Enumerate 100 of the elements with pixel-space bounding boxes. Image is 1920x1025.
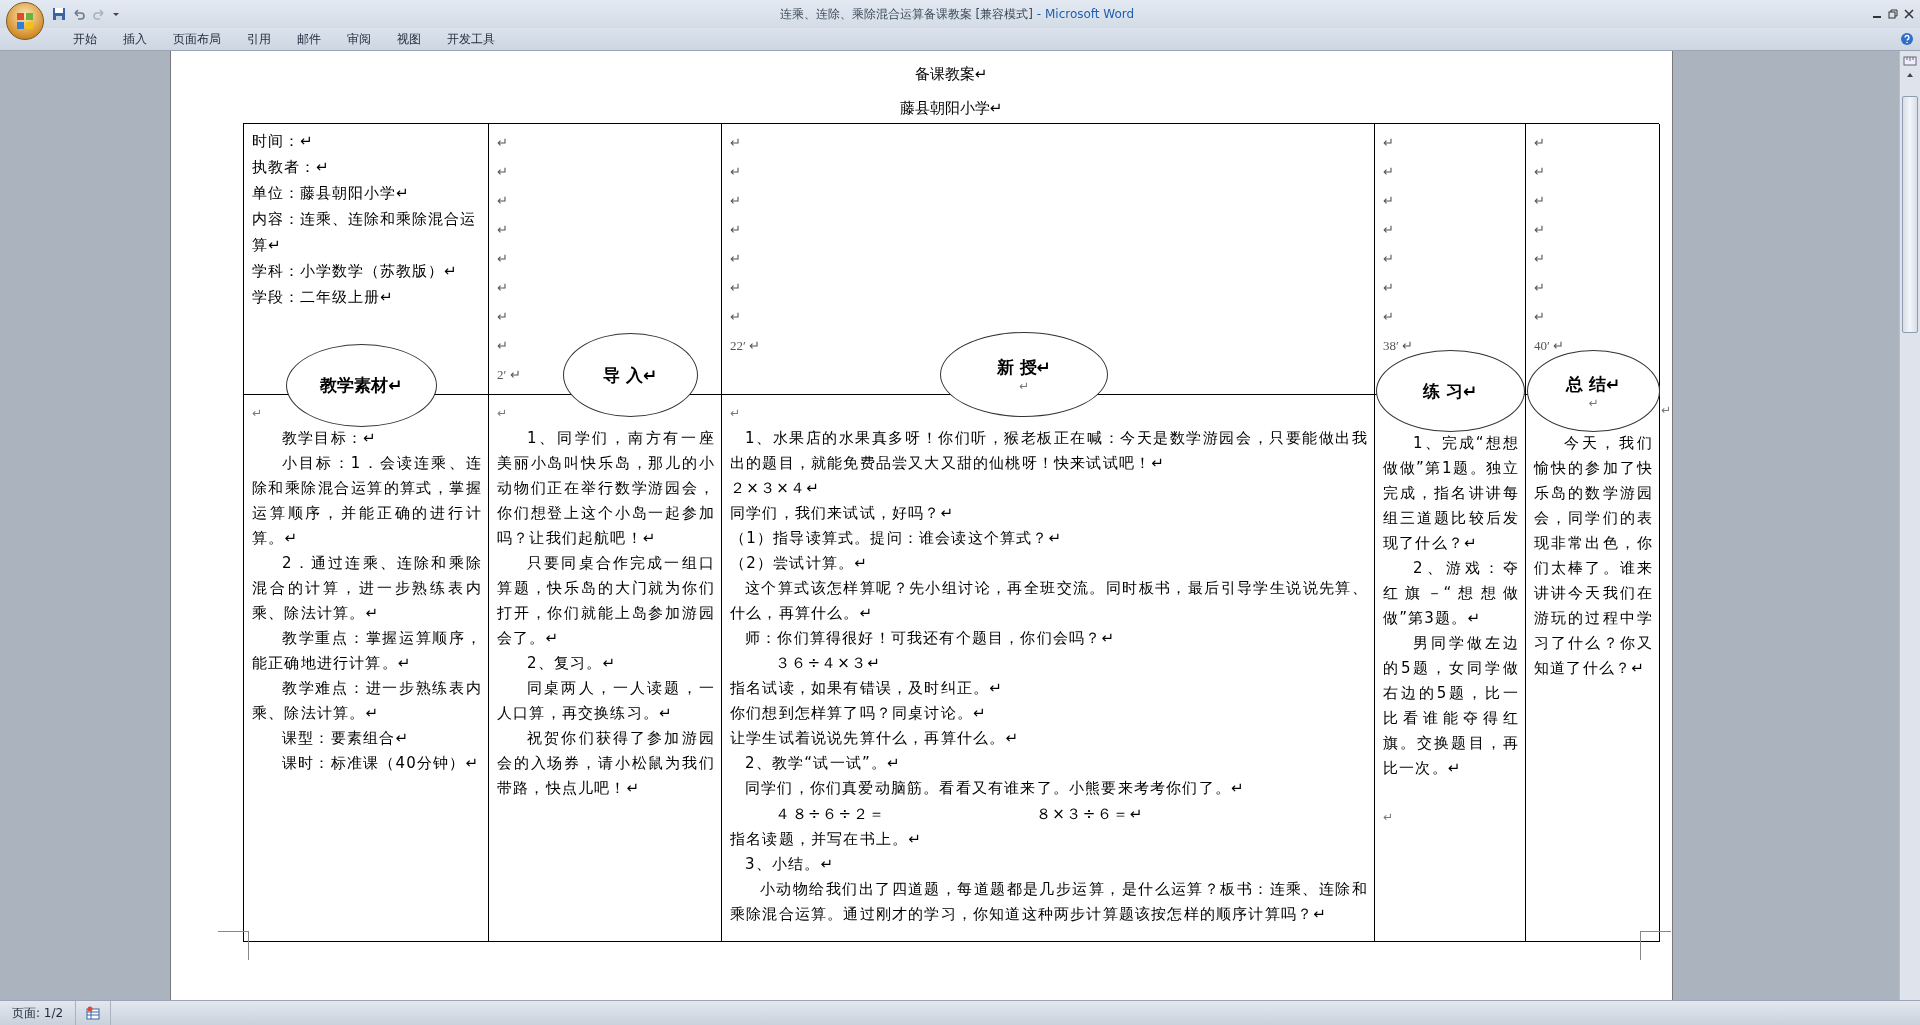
close-icon[interactable] [1904,9,1914,19]
document-heading: 备课教案↵ [913,65,989,85]
ribbon-tab[interactable]: 开始 [60,30,110,48]
paragraph-mark: 2′ ↵ [497,366,521,384]
paragraph-mark: ↵ [1018,379,1030,393]
paragraph-text: 1、水果店的水果真多呀！你们听，猴老板正在喊：今天是数学游园会，只要能做出我出的题目，就能免费品尝又大又甜的仙桃呀！快来试试吧！↵ [730,428,1368,474]
ribbon-tab[interactable]: 邮件 [284,30,334,48]
paragraph-text: 1、同学们，南方有一座美丽小岛叫快乐岛，那儿的小动物们正在举行数学游园会，你们想登上这个小岛一起参加吗？让我们起航吧！↵ [497,428,715,549]
office-logo-icon [15,11,35,31]
paragraph-text: 2、教学“试一试”。↵ [744,753,902,774]
paragraph-mark: ↵ [497,192,508,210]
app-name: - Microsoft Word [1036,6,1135,21]
paragraph-mark: ↵ [730,250,741,268]
crop-mark [218,931,249,960]
paragraph-text: 祝贺你们获得了参加游园会的入场券，请小松鼠为我们带路，快点儿吧！↵ [497,728,715,799]
paragraph-mark: ↵ [497,163,508,181]
paragraph-text: 教学难点：进一步熟练表内乘、除法计算。↵ [252,678,482,724]
paragraph-text: ２×３×４↵ [730,478,821,499]
paragraph-text: （1）指导读算式。提问：谁会读这个算式？↵ [730,528,1064,549]
paragraph-text: 教学重点：掌握运算顺序，能正确地进行计算。↵ [252,628,482,674]
paragraph-mark: ↵ [730,308,741,326]
paragraph-mark: ↵ [497,337,508,355]
paragraph-text: 2．通过连乘、连除和乘除混合的计算，进一步熟练表内乘、除法计算。↵ [252,553,482,624]
paragraph-text: 男同学做左边的5题，女同学做右边的5题，比一比看谁能夺得红旗。交换题目，再比一次。↵ [1383,633,1519,779]
section-label: 练 习↵ [1423,379,1478,403]
paragraph-mark: ↵ [730,405,743,422]
info-line: 学段：二年级上册↵ [252,287,394,308]
paragraph-mark: ↵ [1588,395,1599,410]
undo-icon[interactable] [72,7,86,21]
paragraph-text: 2、游戏：夺红旗－“想想做做”第3题。↵ [1383,558,1519,629]
paragraph-text: 小动物给我们出了四道题，每道题都是几步运算，是什么运算？板书：连乘、连除和乘除混合运算。通过刚才的学习，你知道这种两步计算题该按怎样的顺序计算吗？↵ [730,879,1368,925]
ribbon-tab[interactable]: 审阅 [334,30,384,48]
ribbon-tab[interactable]: 引用 [234,30,284,48]
paragraph-mark: ↵ [1383,134,1394,152]
paragraph-text: 1、完成“想想做做”第1题。独立完成，指名讲讲每组三道题比较后发现了什么？↵ [1383,433,1519,554]
paragraph-text: 让学生试着说说先算什么，再算什么。↵ [730,728,1021,749]
paragraph-mark: ↵ [1383,221,1394,239]
paragraph-mark: 22′ ↵ [730,337,761,355]
info-line: 学科：小学数学（苏教版）↵ [252,261,458,282]
paragraph-text: 指名读题，并写在书上。↵ [730,829,923,850]
formula-text: ４８÷６÷２＝ [775,804,886,825]
paragraph-mark: ↵ [1534,250,1545,268]
ribbon-tab[interactable]: 视图 [384,30,434,48]
save-icon[interactable] [52,7,66,21]
paragraph-mark: ↵ [1383,250,1394,268]
scrollbar-thumb[interactable] [1902,96,1918,333]
restore-icon[interactable] [1888,9,1898,19]
paragraph-text: 课时：标准课（40分钟）↵ [281,753,481,774]
paragraph-mark: ↵ [730,279,741,297]
paragraph-text: 只要同桌合作完成一组口算题，快乐岛的大门就为你们打开，你们就能上岛参加游园会了。↵ [497,553,715,649]
row-end-mark: ↵ [1661,403,1672,417]
paragraph-mark: ↵ [1383,308,1394,326]
paragraph-text: 你们想到怎样算了吗？同桌讨论。↵ [730,703,988,724]
section-label: 总 结↵ [1566,372,1621,396]
paragraph-text: 同桌两人，一人读题，一人口算，再交换练习。↵ [497,678,715,724]
paragraph-text: 同学们，你们真爱动脑筋。看看又有谁来了。小熊要来考考你们了。↵ [744,778,1246,799]
ribbon-tab[interactable]: 页面布局 [160,30,234,48]
page-count: 页面: 1/2 [0,1001,77,1025]
table-icon[interactable] [86,1006,101,1020]
info-line: 内容：连乘、连除和乘除混合运算↵ [252,209,477,256]
paragraph-mark: ↵ [730,134,741,152]
paragraph-mark: ↵ [730,192,741,210]
paragraph-mark: ↵ [497,221,508,239]
info-line: 执教者：↵ [252,157,330,178]
paragraph-mark: ↵ [730,163,741,181]
formula-text: ８×３÷６＝↵ [1035,804,1144,825]
paragraph-text: 3、小结。↵ [744,854,836,875]
paragraph-mark: ↵ [497,279,508,297]
ribbon-tab[interactable]: 插入 [110,30,160,48]
paragraph-text: （2）尝试计算。↵ [730,553,869,574]
paragraph-mark: ↵ [1383,809,1396,826]
section-label: 导 入↵ [603,363,658,387]
crop-mark [1640,931,1671,960]
paragraph-text: 同学们，我们来试试，好吗？↵ [730,503,956,524]
paragraph-mark: ↵ [1383,192,1394,210]
section-label: 教学素材↵ [320,374,403,397]
paragraph-mark: ↵ [497,250,508,268]
info-line: 单位：藤县朝阳小学↵ [252,183,410,204]
paragraph-text: 这个算式该怎样算呢？先小组讨论，再全班交流。同时板书，最后引导学生说说先算、什么，再算什么。↵ [730,578,1368,624]
paragraph-mark: ↵ [1534,192,1545,210]
help-icon[interactable] [1900,32,1914,46]
dropdown-icon[interactable] [112,10,120,18]
paragraph-mark: ↵ [497,308,508,326]
window-title: 连乘、连除、乘除混合运算备课教案 [兼容模式] - Microsoft Word [778,5,1136,23]
school-name: 藤县朝阳小学↵ [898,99,1004,119]
section-label: 新 授↵ [996,356,1052,379]
paragraph-text: ３６÷４×３↵ [774,653,883,674]
ribbon-tab[interactable]: 开发工具 [434,30,508,48]
paragraph-text: 指名试读，如果有错误，及时纠正。↵ [730,678,1004,699]
paragraph-mark: ↵ [1534,134,1545,152]
paragraph-mark: ↵ [1534,163,1545,181]
paragraph-mark: ↵ [1383,163,1394,181]
paragraph-mark: ↵ [1534,221,1545,239]
paragraph-text: 2、复习。↵ [526,653,618,674]
paragraph-mark: ↵ [1383,279,1394,297]
paragraph-mark: ↵ [252,405,265,422]
paragraph-mark: ↵ [1534,308,1545,326]
paragraph-text: 小目标：1．会读连乘、连除和乘除混合运算的算式，掌握运算顺序，并能正确的进行计算。↵ [252,453,482,549]
paragraph-mark: ↵ [497,134,508,152]
paragraph-text: 课型：要素组合↵ [281,728,411,749]
